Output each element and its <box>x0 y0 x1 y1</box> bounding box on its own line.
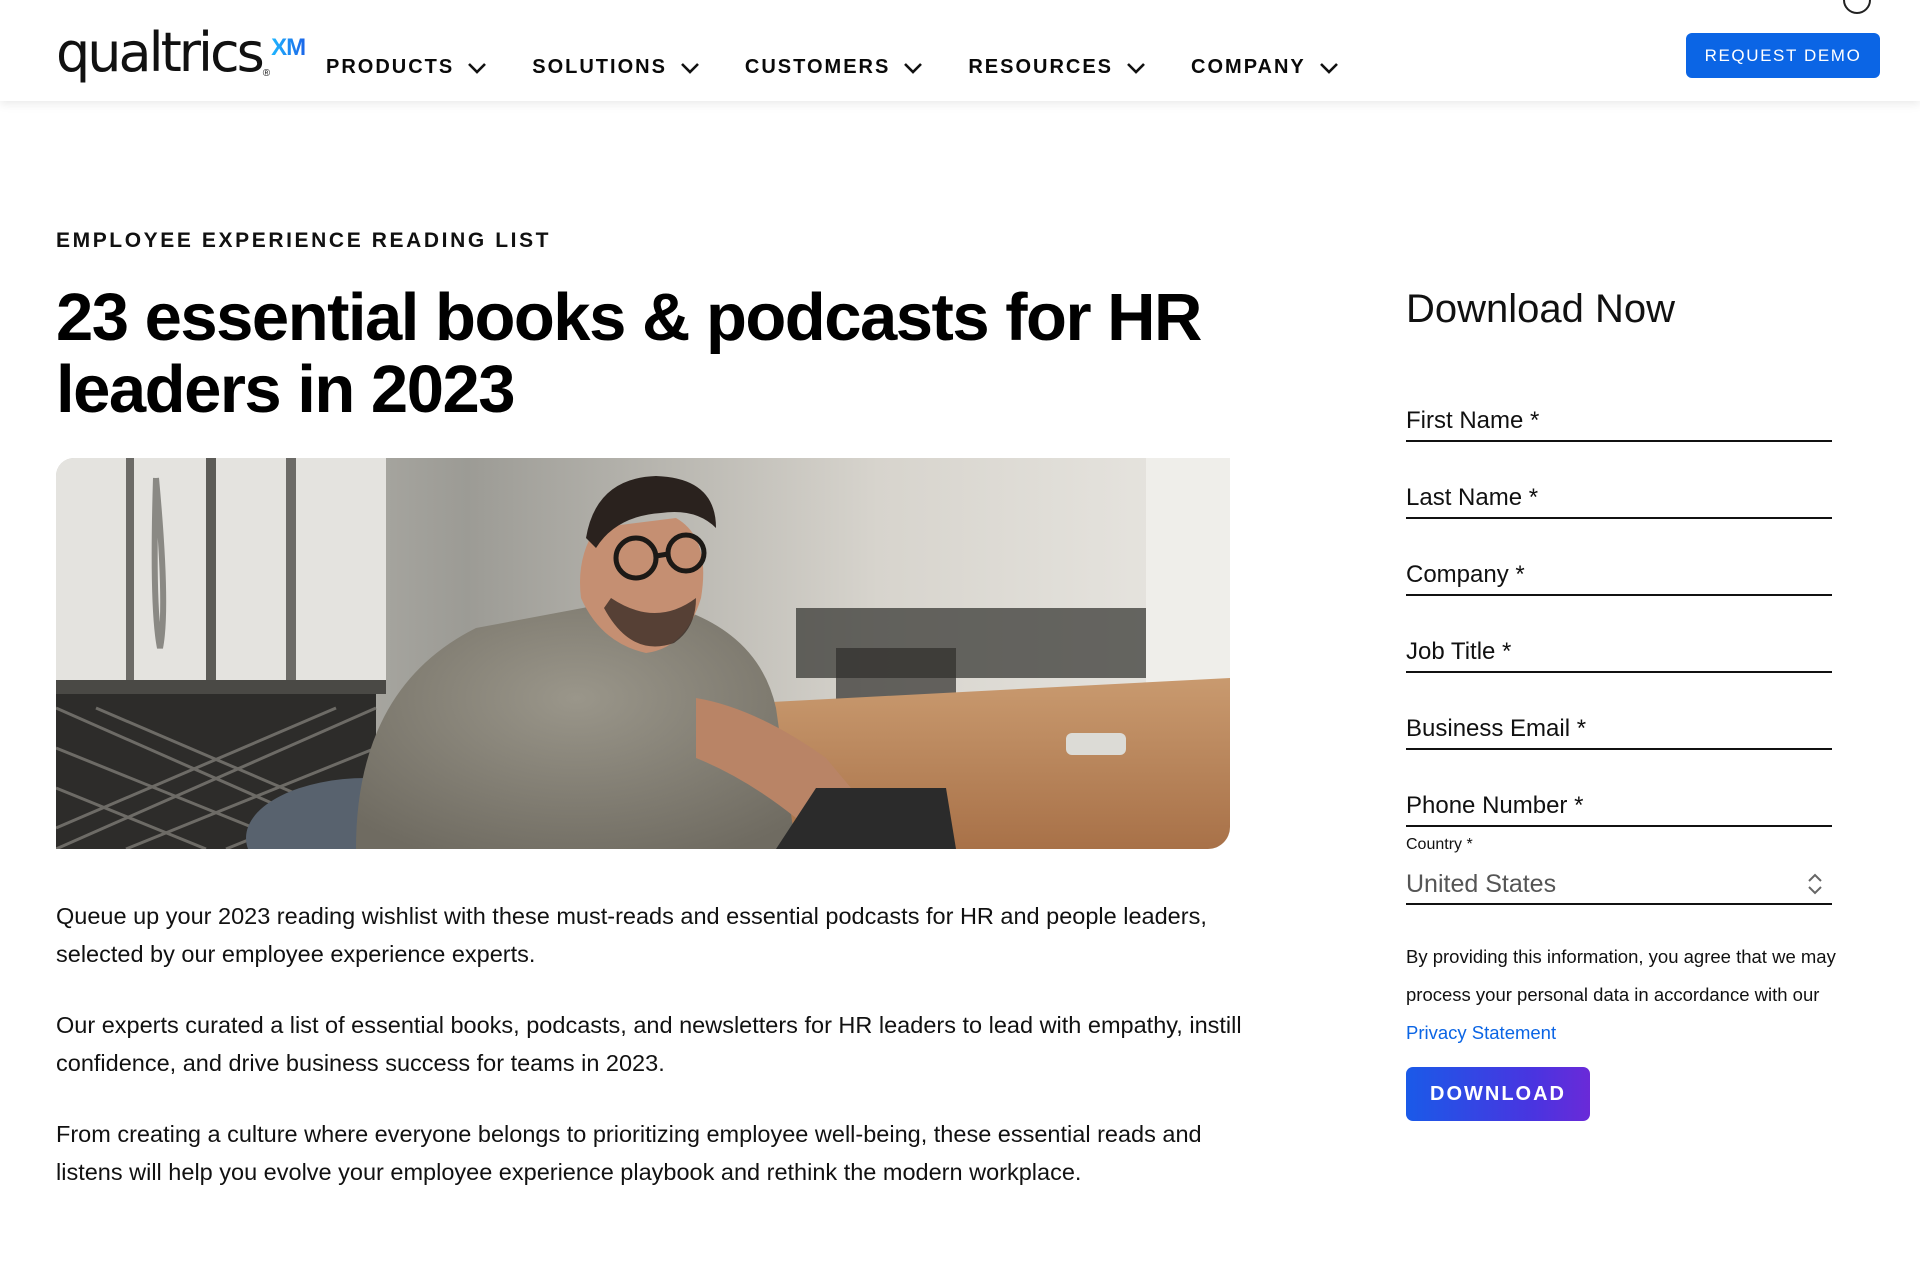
intro-paragraph-1: Queue up your 2023 reading wishlist with… <box>56 903 1207 967</box>
intro-paragraph-3: From creating a culture where everyone b… <box>56 1121 1202 1185</box>
job-title-field <box>1406 638 1832 673</box>
logo-registered-mark: ® <box>262 68 271 79</box>
privacy-statement-link[interactable]: Privacy Statement <box>1406 1022 1556 1043</box>
nav-item-resources[interactable]: RESOURCES <box>968 56 1147 79</box>
first-name-input[interactable] <box>1406 407 1832 440</box>
select-updown-icon <box>1808 873 1822 895</box>
phone-number-field <box>1406 792 1832 827</box>
chevron-down-icon <box>680 62 699 74</box>
nav-item-products[interactable]: PRODUCTS <box>326 56 488 79</box>
main-nav: PRODUCTS SOLUTIONS CUSTOMERS RESOURCES C… <box>326 56 1340 79</box>
nav-item-label: RESOURCES <box>968 56 1114 78</box>
help-icon[interactable] <box>1843 0 1871 14</box>
site-header: qualtrics ® XM PRODUCTS SOLUTIONS CUSTOM… <box>0 0 1920 101</box>
country-select[interactable]: United States <box>1406 865 1832 905</box>
company-input[interactable] <box>1406 561 1832 594</box>
article-eyebrow: EMPLOYEE EXPERIENCE READING LIST <box>56 229 552 252</box>
nav-item-solutions[interactable]: SOLUTIONS <box>532 56 701 79</box>
nav-item-customers[interactable]: CUSTOMERS <box>745 56 924 79</box>
chevron-down-icon <box>468 62 487 74</box>
chevron-down-icon <box>1127 62 1145 74</box>
nav-item-label: SOLUTIONS <box>532 56 667 78</box>
nav-item-label: PRODUCTS <box>326 56 455 78</box>
business-email-input[interactable] <box>1406 715 1832 748</box>
hero-image <box>56 458 1230 849</box>
qualtrics-logo[interactable]: qualtrics ® XM <box>56 21 306 96</box>
country-selected-value: United States <box>1406 869 1557 898</box>
chevron-down-icon <box>1319 62 1338 74</box>
company-field <box>1406 561 1832 596</box>
hero-illustration <box>56 458 1230 849</box>
nav-item-label: CUSTOMERS <box>744 56 891 78</box>
consent-text: By providing this information, you agree… <box>1406 946 1836 1005</box>
consent-notice: By providing this information, you agree… <box>1406 938 1846 1052</box>
country-label: Country * <box>1406 836 1473 853</box>
page-title: 23 essential books & podcasts for HR lea… <box>56 280 1202 427</box>
first-name-field <box>1406 407 1832 442</box>
logo-wordmark: qualtrics <box>56 21 265 84</box>
nav-item-label: COMPANY <box>1191 56 1306 78</box>
intro-paragraph-2: Our experts curated a list of essential … <box>56 1012 1242 1076</box>
nav-item-company[interactable]: COMPANY <box>1191 56 1340 79</box>
chevron-down-icon <box>904 62 923 74</box>
download-button[interactable]: DOWNLOAD <box>1406 1067 1590 1121</box>
request-demo-button[interactable]: REQUEST DEMO <box>1686 33 1880 78</box>
phone-number-input[interactable] <box>1406 792 1832 825</box>
last-name-field <box>1406 484 1832 519</box>
business-email-field <box>1406 715 1832 750</box>
last-name-input[interactable] <box>1406 484 1832 517</box>
logo-xm: XM <box>271 34 306 61</box>
form-title: Download Now <box>1406 287 1676 331</box>
job-title-input[interactable] <box>1406 638 1832 671</box>
